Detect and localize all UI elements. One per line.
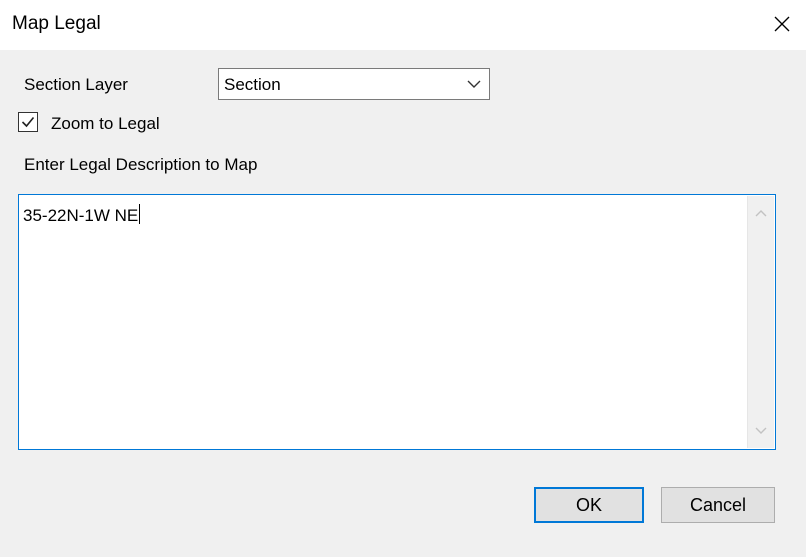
legal-description-text: 35-22N-1W NE <box>23 204 141 225</box>
close-button[interactable] <box>770 12 794 36</box>
zoom-to-legal-checkbox[interactable] <box>18 112 38 132</box>
section-layer-dropdown[interactable]: Section <box>218 68 490 100</box>
title-bar: Map Legal <box>0 0 806 50</box>
zoom-to-legal-label[interactable]: Zoom to Legal <box>51 114 160 134</box>
checkmark-icon <box>21 116 35 128</box>
section-layer-value: Section <box>224 75 281 94</box>
legal-description-textarea[interactable]: 35-22N-1W NE <box>18 194 776 450</box>
chevron-down-icon[interactable] <box>755 426 767 436</box>
chevron-down-icon <box>467 80 481 88</box>
vertical-scrollbar[interactable] <box>747 196 774 448</box>
cancel-button[interactable]: Cancel <box>661 487 775 523</box>
close-icon <box>774 16 790 32</box>
legal-description-label: Enter Legal Description to Map <box>24 155 258 174</box>
window-title: Map Legal <box>12 13 101 34</box>
section-layer-label: Section Layer <box>24 75 128 94</box>
chevron-up-icon[interactable] <box>755 208 767 218</box>
ok-button[interactable]: OK <box>534 487 644 523</box>
